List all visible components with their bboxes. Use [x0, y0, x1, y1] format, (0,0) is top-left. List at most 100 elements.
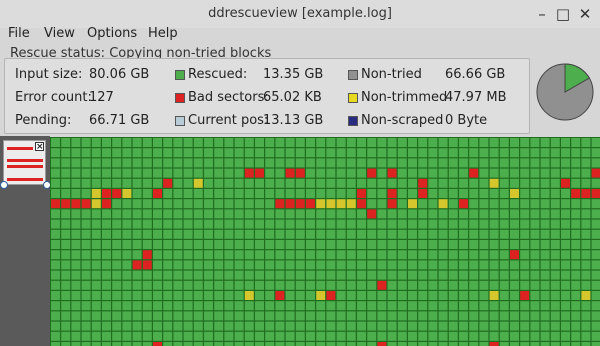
block-rescued — [336, 301, 346, 311]
non-trimmed-swatch — [348, 93, 358, 103]
block-rescued — [132, 189, 142, 198]
block-rescued — [438, 301, 448, 311]
block-rescued — [438, 270, 448, 280]
block-rescued — [265, 199, 275, 209]
block-rescued — [591, 280, 600, 290]
block-rescued — [520, 199, 530, 209]
block-rescued — [438, 168, 448, 178]
block-rescued — [316, 311, 326, 321]
block-rescued — [265, 189, 275, 198]
block-rescued — [265, 178, 275, 188]
close-icon[interactable]: × — [35, 142, 44, 152]
block-rescued — [285, 250, 295, 260]
block-rescued — [459, 209, 468, 219]
map-viewport-thumb[interactable]: × — [3, 140, 46, 185]
block-rescued — [520, 342, 530, 346]
block-rescued — [346, 168, 356, 178]
block-rescued — [367, 189, 377, 198]
block-rescued — [520, 260, 530, 270]
window-title: ddrescueview [example.log] — [208, 6, 392, 21]
close-icon[interactable]: ✕ — [575, 4, 595, 24]
block-rescued — [204, 189, 213, 198]
block-rescued — [448, 148, 458, 158]
block-rescued — [448, 250, 458, 260]
block-rescued — [214, 199, 224, 209]
block-rescued — [122, 331, 132, 341]
block-rescued — [489, 240, 499, 249]
block-rescued — [408, 219, 417, 229]
input-size-value: 80.06 GB — [89, 67, 150, 82]
block-rescued — [51, 301, 60, 311]
block-rescued — [183, 250, 193, 260]
block-rescued — [142, 331, 152, 341]
block-rescued — [163, 342, 173, 346]
thumb-bad-line — [7, 147, 33, 150]
block-rescued — [244, 219, 254, 229]
block-rescued — [306, 270, 315, 280]
block-rescued — [275, 240, 285, 249]
rescued-value: 13.35 GB — [263, 67, 324, 82]
block-rescued — [479, 301, 489, 311]
block-rescued — [51, 321, 60, 331]
block-rescued — [387, 270, 397, 280]
block-rescued — [377, 260, 387, 270]
block-rescued — [489, 321, 499, 331]
block-rescued — [540, 189, 550, 198]
menu-file[interactable]: File — [8, 26, 30, 41]
block-rescued — [163, 311, 173, 321]
block-rescued — [346, 229, 356, 239]
menu-help[interactable]: Help — [148, 26, 178, 41]
block-rescued — [51, 189, 60, 198]
menu-view[interactable]: View — [44, 26, 75, 41]
block-rescued — [377, 331, 387, 341]
resize-handle-left[interactable] — [0, 181, 8, 189]
block-rescued — [469, 138, 479, 147]
block-rescued — [428, 199, 438, 209]
block-rescued — [561, 250, 570, 260]
block-bad — [153, 342, 162, 346]
block-rescued — [428, 240, 438, 249]
block-rescued — [459, 250, 468, 260]
block-bad — [61, 199, 71, 209]
block-rescued — [357, 168, 366, 178]
block-rescued — [214, 229, 224, 239]
block-rescued — [448, 189, 458, 198]
block-rescued — [336, 321, 346, 331]
block-rescued — [71, 260, 81, 270]
block-rescued — [591, 240, 600, 249]
block-rescued — [326, 148, 336, 158]
maximize-icon[interactable]: □ — [553, 4, 573, 24]
block-rescued — [397, 260, 407, 270]
block-rescued — [367, 270, 377, 280]
block-rescued — [418, 301, 428, 311]
block-rescued — [418, 138, 428, 147]
block-rescued — [357, 209, 366, 219]
block-rescued — [112, 250, 122, 260]
block-rescued — [234, 321, 244, 331]
block-rescued — [61, 219, 71, 229]
block-rescued — [418, 229, 428, 239]
block-rescued — [295, 178, 305, 188]
block-rescued — [459, 168, 468, 178]
block-rescued — [540, 331, 550, 341]
block-rescued — [132, 219, 142, 229]
block-rescued — [418, 148, 428, 158]
block-rescued — [265, 158, 275, 168]
menu-options[interactable]: Options — [87, 26, 137, 41]
block-rescued — [183, 138, 193, 147]
block-rescued — [377, 199, 387, 209]
block-rescued — [377, 209, 387, 219]
minimize-icon[interactable]: – — [532, 4, 552, 24]
block-rescued — [224, 138, 234, 147]
bad-sectors-value: 65.02 KB — [263, 90, 322, 105]
block-rescued — [459, 158, 468, 168]
block-rescued — [285, 240, 295, 249]
block-rescued — [234, 219, 244, 229]
block-rescued — [418, 158, 428, 168]
block-rescued — [204, 138, 213, 147]
block-rescued — [581, 178, 591, 188]
block-bad — [561, 178, 570, 188]
block-rescued — [377, 240, 387, 249]
block-rescued — [61, 168, 71, 178]
block-map[interactable] — [50, 137, 600, 346]
